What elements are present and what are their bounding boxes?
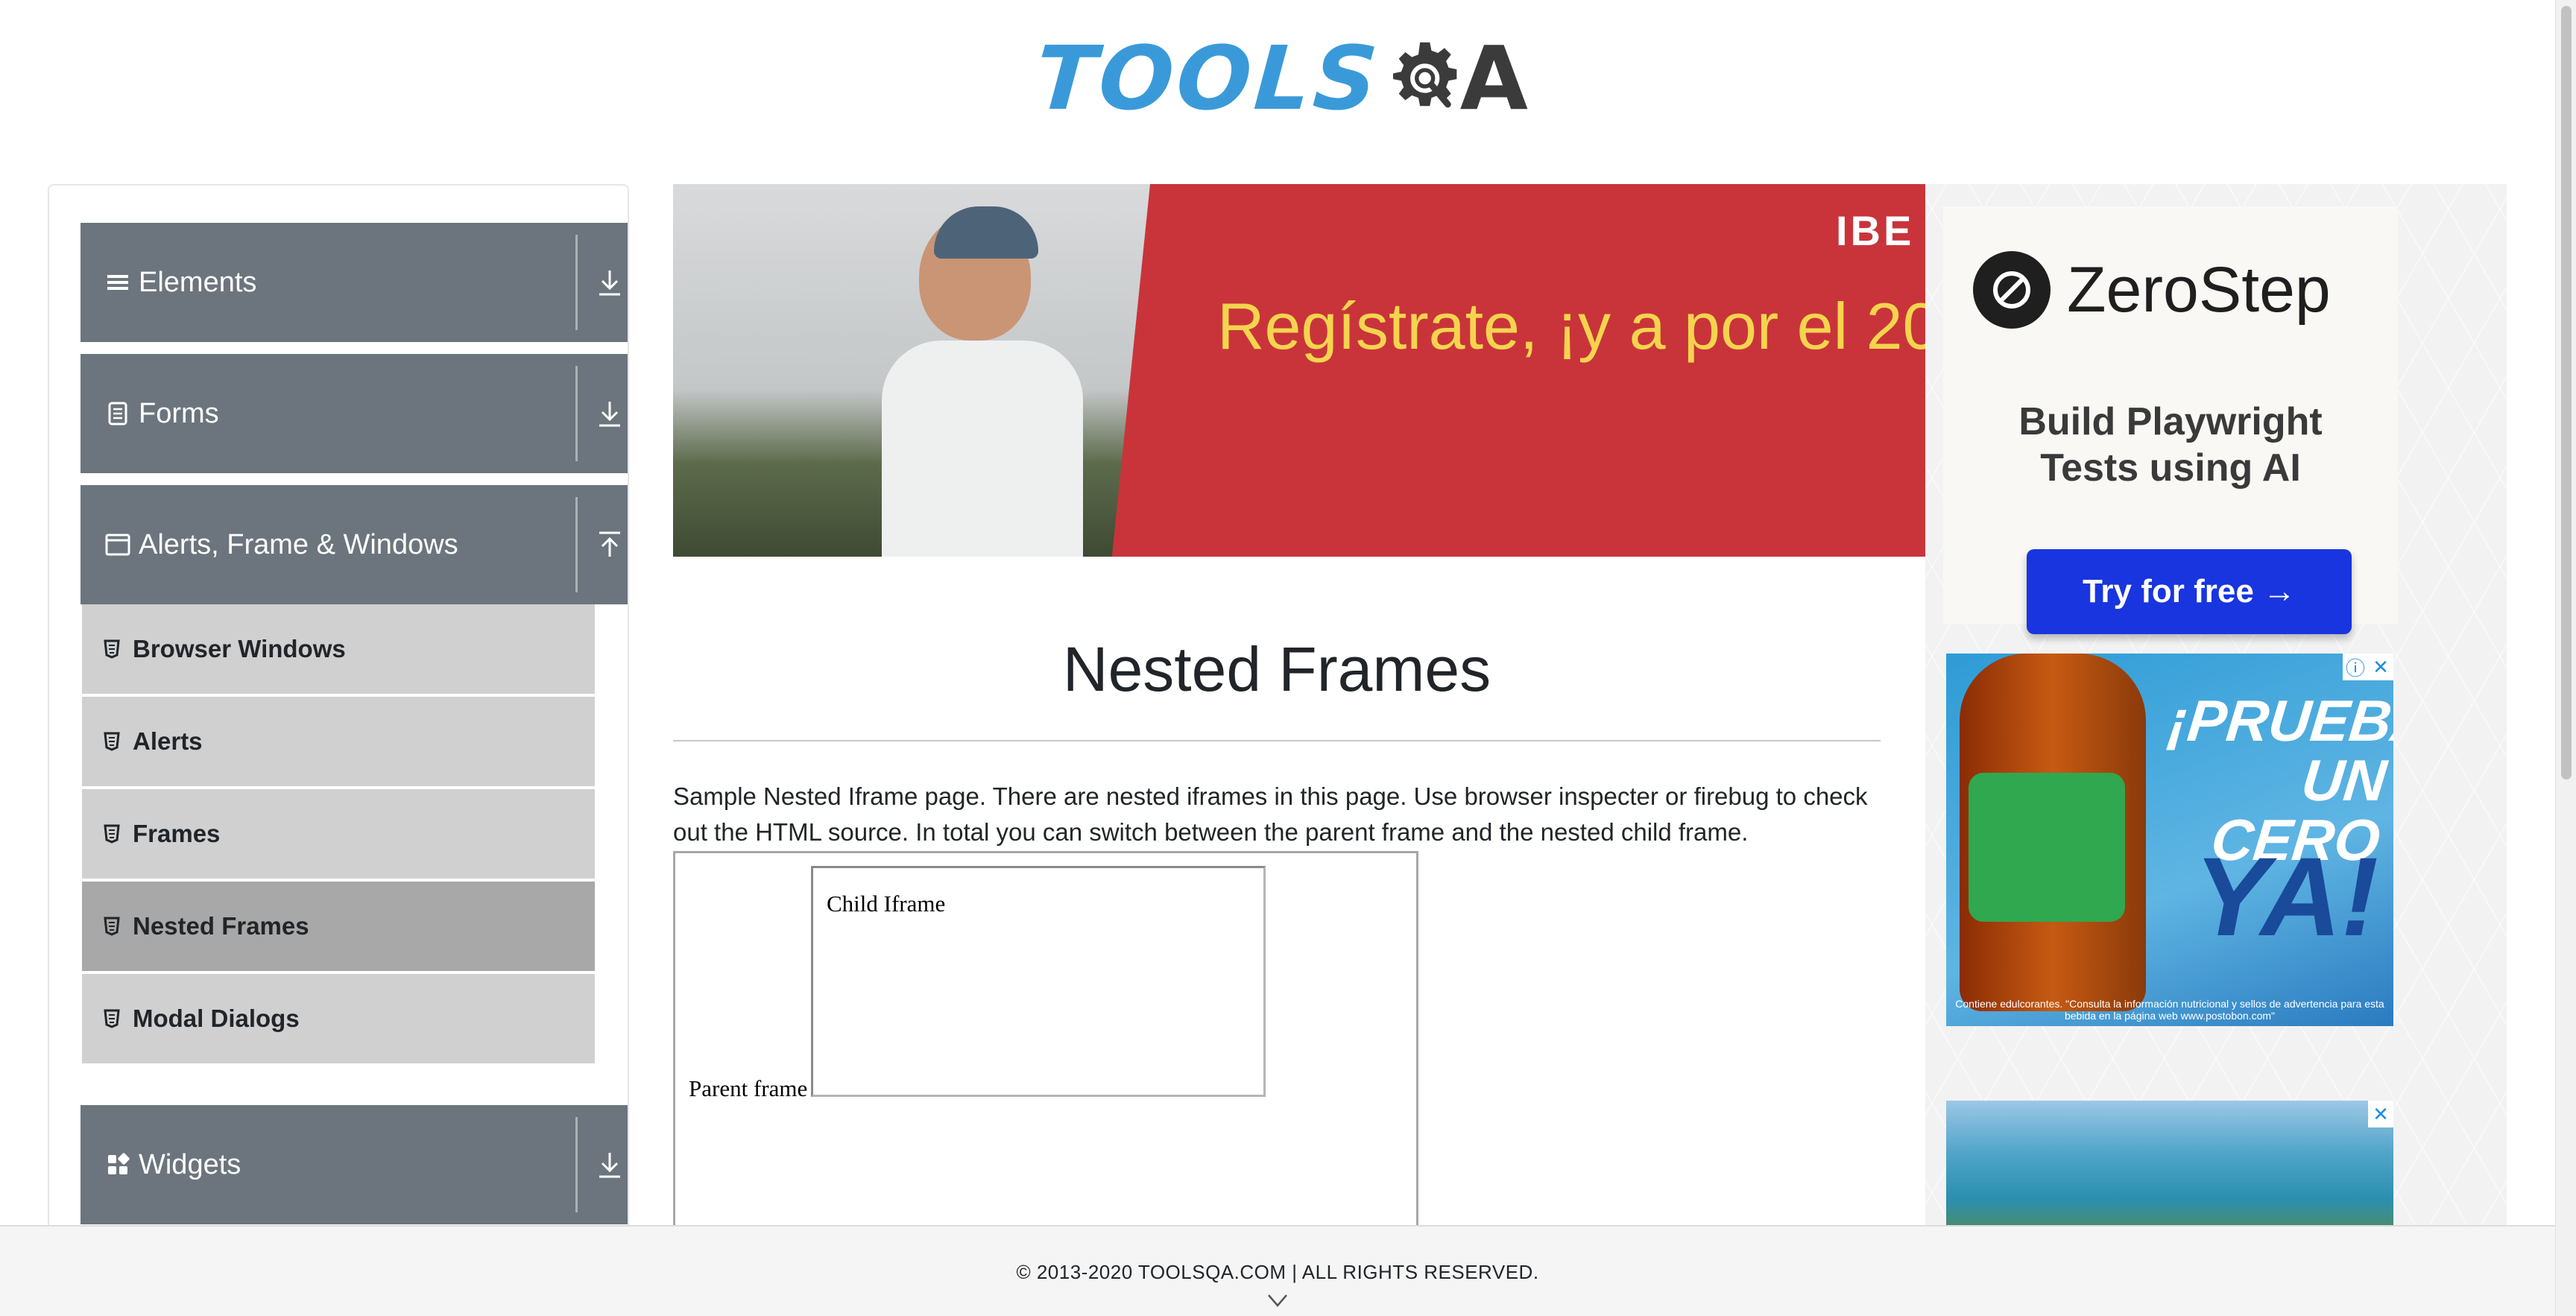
close-icon[interactable]: ✕ (2368, 654, 2393, 680)
menu-item-alerts[interactable]: Alerts (82, 697, 595, 789)
group-header-widgets[interactable]: Widgets (80, 1105, 628, 1224)
banner-person-shirt (882, 341, 1083, 557)
html5-icon (101, 823, 122, 844)
menu-item-modal-dialogs[interactable]: Modal Dialogs (82, 974, 595, 1066)
group-divider (575, 497, 578, 592)
tea-bottle-label (1969, 773, 2125, 922)
close-icon[interactable]: ✕ (2368, 1101, 2393, 1127)
group-header-elements[interactable]: Elements (80, 223, 628, 342)
expand-arrow-icon[interactable] (587, 260, 628, 305)
ad-controls: ⓘ ✕ (2343, 654, 2393, 680)
menu-item-browser-windows[interactable]: Browser Windows (82, 604, 595, 697)
html5-icon (101, 1008, 122, 1029)
group-title: Widgets (139, 1148, 242, 1180)
expand-arrow-icon[interactable] (587, 1142, 628, 1187)
group-divider (575, 1117, 578, 1212)
sidebar-group-forms: Forms (80, 354, 628, 473)
zerostep-tagline-line2: Tests using AI (2040, 446, 2301, 490)
sidebar-accordion: Elements Forms Alerts, Frame & Windows B… (48, 184, 629, 1272)
sidebar-group-widgets: Widgets (80, 1105, 628, 1224)
menu-item-label: Frames (133, 820, 221, 847)
parent-iframe[interactable]: Parent frame Child Iframe (673, 851, 1418, 1283)
gear-magnifier-icon (1393, 42, 1457, 108)
scrollbar-thumb[interactable] (2561, 6, 2572, 779)
group-header-alerts-frame-windows[interactable]: Alerts, Frame & Windows (80, 485, 628, 604)
logo-text-tools: TOOLS (1032, 27, 1384, 130)
zerostep-mark-icon (1973, 251, 2051, 329)
sidebar-group-elements: Elements (80, 223, 628, 342)
menu-item-frames[interactable]: Frames (82, 789, 595, 882)
expand-arrow-icon[interactable] (587, 391, 628, 436)
right-ad-column: ZeroStep Build Playwright Tests using AI… (1925, 184, 2507, 1279)
hamburger-icon (104, 269, 131, 296)
group-title: Elements (139, 266, 257, 298)
parent-frame-label: Parent frame (689, 1075, 808, 1101)
child-frame-label: Child Iframe (827, 890, 946, 917)
try-for-free-button[interactable]: Try for free → (2027, 549, 2352, 634)
group-title: Forms (139, 397, 219, 429)
tea-ya: YA! (2194, 834, 2378, 959)
group-header-forms[interactable]: Forms (80, 354, 628, 473)
submenu-list: Browser Windows Alerts Frames Nested Fra… (82, 604, 595, 1066)
child-iframe[interactable]: Child Iframe (811, 866, 1266, 1097)
banner-ad[interactable]: IBE Regístrate, ¡y a por el 20! (673, 184, 1925, 557)
html5-icon (101, 916, 122, 937)
footer-copyright: © 2013-2020 TOOLSQA.COM | ALL RIGHTS RES… (1016, 1261, 1539, 1283)
group-divider (575, 235, 578, 330)
zerostep-ad[interactable]: ZeroStep Build Playwright Tests using AI… (1943, 206, 2398, 634)
banner-tagline: Regístrate, ¡y a por el 20! (1217, 289, 1925, 363)
menu-item-label: Modal Dialogs (133, 1005, 300, 1032)
title-divider (673, 740, 1881, 741)
html5-icon (101, 639, 122, 659)
zerostep-name: ZeroStep (2067, 253, 2331, 326)
widgets-icon (104, 1151, 131, 1178)
tea-ad[interactable]: ¡PRUEBA UN CERO YA! Contiene edulcorante… (1946, 654, 2393, 1026)
page-title: Nested Frames (1062, 634, 1491, 704)
group-divider (575, 366, 578, 461)
chevron-down-icon[interactable] (1266, 1291, 1289, 1310)
zerostep-tagline-line1: Build Playwright (2018, 400, 2323, 443)
menu-item-label: Alerts (133, 727, 203, 755)
menu-item-nested-frames[interactable]: Nested Frames (82, 882, 595, 974)
zerostep-tagline: Build Playwright Tests using AI (1943, 399, 2398, 491)
zerostep-logo: ZeroStep (1973, 251, 2331, 329)
collapse-arrow-icon[interactable] (587, 522, 628, 567)
ad-controls: ✕ (2368, 1101, 2393, 1127)
footer: © 2013-2020 TOOLSQA.COM | ALL RIGHTS RES… (0, 1225, 2555, 1316)
html5-icon (101, 731, 122, 752)
menu-item-label: Nested Frames (133, 912, 309, 940)
group-title: Alerts, Frame & Windows (139, 528, 458, 560)
window-icon (104, 531, 131, 558)
menu-item-label: Browser Windows (133, 635, 346, 662)
scrollbar[interactable] (2555, 0, 2576, 1316)
toolsqa-logo[interactable]: TOOLS A (1032, 22, 1528, 134)
tea-fine-print: Contiene edulcorantes. "Consulta la info… (1955, 998, 2384, 1022)
page-description: Sample Nested Iframe page. There are nes… (673, 782, 1868, 846)
ad-info-icon[interactable]: ⓘ (2343, 654, 2368, 680)
sidebar-group-alerts-frame-windows: Alerts, Frame & Windows Browser Windows … (80, 485, 628, 1066)
logo-text-a: A (1459, 27, 1528, 130)
document-icon (104, 400, 131, 427)
banner-brand: IBE (1836, 207, 1915, 254)
